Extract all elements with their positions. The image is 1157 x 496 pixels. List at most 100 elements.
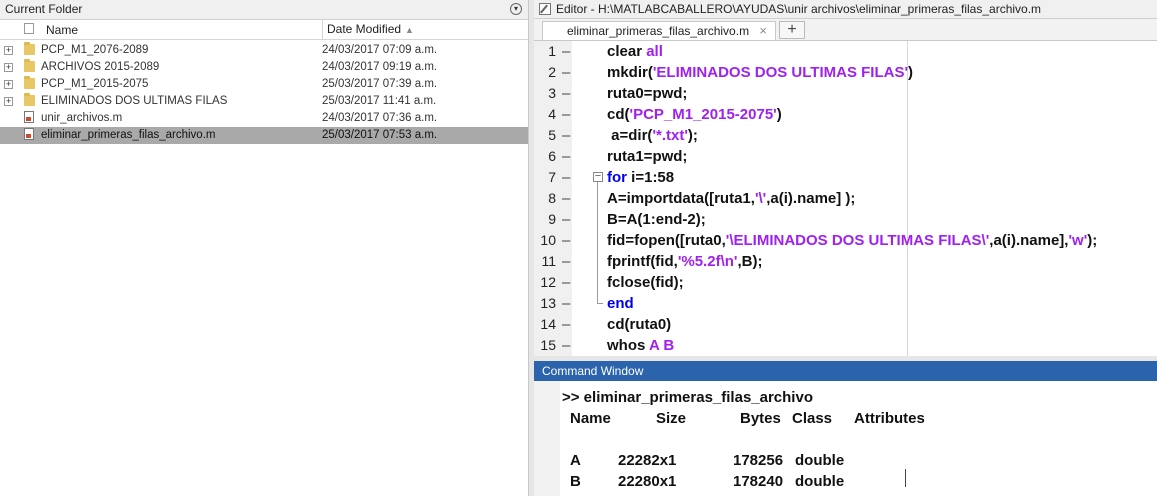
code-text: cd(ruta0) (607, 314, 671, 335)
whos-header-class: Class (792, 410, 833, 427)
text-cursor (905, 469, 906, 487)
line-number: 4 (548, 106, 556, 122)
code-token: ,a(i).name], (989, 232, 1069, 249)
folder-row[interactable]: + ELIMINADOS DOS ULTIMAS FILAS 25/03/2017 … (0, 93, 528, 110)
string-token: 'w' (1068, 232, 1088, 249)
code-token: ); (1087, 232, 1098, 249)
item-date-modified: 25/03/2017 07:53 a.m. (322, 129, 438, 141)
code-token: A=importdata([ruta1, (607, 190, 755, 207)
breakpoint-marker[interactable]: – (562, 62, 570, 83)
code-line: 14– cd(ruta0) (534, 314, 1157, 335)
name-column-header[interactable]: Name (46, 23, 78, 37)
breakpoint-marker[interactable]: – (562, 230, 570, 251)
code-line: 15– whos A B (534, 335, 1157, 356)
item-date-modified: 24/03/2017 07:36 a.m. (322, 112, 438, 124)
item-name: ELIMINADOS DOS ULTIMAS FILAS (41, 95, 228, 107)
editor-tab-bar: eliminar_primeras_filas_archivo.m × + (534, 19, 1157, 41)
keyword-token: for (607, 169, 632, 186)
breakpoint-marker[interactable]: – (562, 251, 570, 272)
line-number: 6 (548, 148, 556, 164)
code-token: whos (607, 337, 649, 354)
current-folder-title: Current Folder (5, 2, 83, 16)
line-number: 8 (548, 190, 556, 206)
fold-guide-line (597, 182, 598, 303)
code-fold-icon[interactable]: − (593, 171, 603, 182)
code-line: 7– for i=1:58− (534, 167, 1157, 188)
string-token: '\' (754, 190, 767, 207)
date-column-label: Date Modified (327, 22, 402, 36)
string-token: '%5.2f\n' (677, 253, 738, 270)
whos-row-bytes: 178256 (733, 452, 784, 469)
line-number: 15 (540, 337, 556, 353)
breakpoint-marker[interactable]: – (562, 146, 570, 167)
code-token: B=A(1:end-2); (607, 211, 706, 228)
line-number: 11 (541, 253, 556, 269)
code-token: cd( (607, 106, 630, 123)
whos-header-attributes: Attributes (854, 410, 925, 427)
expand-folder-icon[interactable]: + (4, 80, 13, 89)
code-text: a=dir('*.txt'); (607, 125, 698, 146)
folder-row[interactable]: + ARCHIVOS 2015-2089 24/03/2017 09:19 a.m. (0, 59, 528, 76)
code-line: 12– fclose(fid); (534, 272, 1157, 293)
command-window[interactable]: Command Window >> eliminar_primeras_fila… (534, 361, 1157, 496)
item-date-modified: 24/03/2017 07:09 a.m. (322, 44, 438, 56)
breakpoint-marker[interactable]: – (562, 272, 570, 293)
string-token: '*.txt' (652, 127, 688, 144)
breakpoint-marker[interactable]: – (562, 188, 570, 209)
code-text: end (607, 293, 634, 314)
tab-eliminar-primeras-filas[interactable]: eliminar_primeras_filas_archivo.m × (542, 21, 776, 40)
code-line: 1– clear all (534, 41, 1157, 62)
editor-title: Editor - H:\MATLABCABALLERO\AYUDAS\unir … (556, 2, 1042, 16)
file-row[interactable]: unir_archivos.m 24/03/2017 07:36 a.m. (0, 110, 528, 127)
line-number: 9 (548, 211, 556, 227)
breakpoint-marker[interactable]: – (562, 125, 570, 146)
line-number: 1 (548, 43, 556, 59)
new-tab-button[interactable]: + (779, 21, 805, 39)
breakpoint-marker[interactable]: – (562, 209, 570, 230)
code-line: 9– B=A(1:end-2); (534, 209, 1157, 230)
sort-ascending-icon: ▲ (405, 25, 414, 35)
code-token: mkdir( (607, 64, 653, 81)
breakpoint-marker[interactable]: – (562, 104, 570, 125)
item-date-modified: 24/03/2017 09:19 a.m. (322, 61, 438, 73)
item-name: ARCHIVOS 2015-2089 (41, 61, 160, 73)
breakpoint-marker[interactable]: – (562, 41, 570, 62)
line-number: 5 (548, 127, 556, 143)
folder-row[interactable]: + PCP_M1_2076-2089 24/03/2017 07:09 a.m. (0, 42, 528, 59)
code-text: cd('PCP_M1_2015-2075') (607, 104, 782, 125)
item-date-modified: 25/03/2017 07:39 a.m. (322, 78, 438, 90)
folder-row[interactable]: + PCP_M1_2015-2075 25/03/2017 07:39 a.m. (0, 76, 528, 93)
command-window-gutter (534, 381, 560, 496)
breakpoint-marker[interactable]: – (562, 167, 570, 188)
breakpoint-marker[interactable]: – (562, 335, 570, 356)
panel-options-icon[interactable]: ▾ (510, 3, 522, 15)
editor-title-bar: Editor - H:\MATLABCABALLERO\AYUDAS\unir … (534, 0, 1157, 19)
string-token: 'PCP_M1_2015-2075' (629, 106, 777, 123)
breakpoint-marker[interactable]: – (562, 314, 570, 335)
whos-header-name: Name (570, 410, 611, 427)
breakpoint-marker[interactable]: – (562, 293, 570, 314)
code-line: 6– ruta1=pwd; (534, 146, 1157, 167)
breakpoint-marker[interactable]: – (562, 83, 570, 104)
line-number: 10 (540, 232, 556, 248)
expand-folder-icon[interactable]: + (4, 63, 13, 72)
whos-header-size: Size (656, 410, 687, 427)
date-column-header[interactable]: Date Modified ▲ (322, 20, 414, 39)
item-date-modified: 25/03/2017 11:41 a.m. (322, 95, 437, 107)
expand-folder-icon[interactable]: + (4, 46, 13, 55)
code-text: ruta1=pwd; (607, 146, 687, 167)
code-text: A=importdata([ruta1,'\',a(i).name] ); (607, 188, 855, 209)
code-area[interactable]: 1– clear all 2– mkdir('ELIMINADOS DOS ULTIM… (534, 41, 1157, 356)
file-row[interactable]: eliminar_primeras_filas_archivo.m 25/03/2… (0, 127, 528, 144)
item-name: PCP_M1_2015-2075 (41, 78, 149, 90)
expand-folder-icon[interactable]: + (4, 97, 13, 106)
file-type-icon-header (24, 23, 34, 34)
code-line: 3– ruta0=pwd; (534, 83, 1157, 104)
tab-label: eliminar_primeras_filas_archivo.m (567, 24, 750, 38)
code-line: 2– mkdir('ELIMINADOS DOS ULTIMAS FILAS') (534, 62, 1157, 83)
current-folder-title-bar: Current Folder ▾ (0, 0, 528, 20)
code-token: ruta1=pwd; (607, 148, 688, 165)
editor-pencil-icon (539, 3, 551, 15)
close-tab-icon[interactable]: × (759, 22, 767, 40)
item-name: PCP_M1_2076-2089 (41, 44, 149, 56)
